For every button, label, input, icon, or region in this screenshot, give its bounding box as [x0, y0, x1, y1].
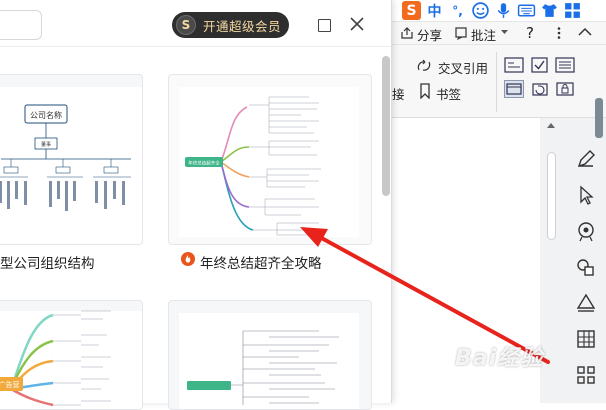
cross-reference-icon[interactable]	[416, 58, 432, 74]
template-thumbnail: 年终总结超齐全	[179, 87, 359, 237]
ribbon-group-divider	[496, 52, 497, 112]
scroll-up-icon[interactable]	[547, 122, 555, 128]
dialog-scrollbar[interactable]	[382, 56, 390, 196]
keyboard-icon[interactable]	[517, 1, 536, 20]
skin-shirt-icon[interactable]	[540, 1, 559, 20]
template-card-advertising[interactable]: 广告营	[0, 300, 143, 410]
sogou-logo-icon[interactable]: S	[402, 1, 421, 20]
help-button[interactable]: ?	[526, 24, 534, 42]
header-divider	[0, 46, 391, 47]
ribbon-toolbar: 分享 批注 ? 交叉引用 接 书签	[392, 22, 606, 138]
template-title[interactable]: 型公司组织结构	[0, 252, 95, 272]
cross-reference-button[interactable]: 交叉引用	[438, 58, 488, 77]
ribbon-truncated-label: 接	[392, 87, 405, 102]
baidu-jingyan-watermark: Bai经验	[455, 346, 544, 371]
template-card-year-end-summary[interactable]: 年终总结超齐全	[168, 74, 372, 245]
template-card-project-plan[interactable]	[168, 300, 372, 410]
share-button[interactable]: 分享	[417, 25, 442, 44]
ime-punct-toggle[interactable]: °,	[448, 1, 467, 20]
bookmark-icon[interactable]	[419, 83, 431, 99]
ribbon-divider	[392, 44, 606, 45]
template-card-org-chart[interactable]: 公司名称 董事	[0, 74, 143, 245]
vip-upgrade-label: 开通超级会员	[203, 18, 282, 34]
apps-grid-icon[interactable]	[575, 364, 597, 386]
thumb-root-label: 公司名称	[30, 110, 62, 120]
vip-upgrade-button[interactable]: S 开通超级会员	[172, 12, 289, 38]
search-input[interactable]	[0, 10, 42, 40]
collapse-ribbon-icon[interactable]	[578, 27, 592, 37]
ime-mode-toggle[interactable]: 中	[425, 1, 444, 20]
annotate-icon[interactable]	[454, 26, 468, 40]
thumb-root-label: 年终总结超齐全	[188, 160, 220, 167]
right-side-toolbar	[568, 118, 606, 403]
template-title[interactable]: 年终总结超齐全攻略	[200, 252, 322, 272]
template-thumbnail	[179, 313, 359, 409]
stamp-icon[interactable]	[575, 220, 597, 242]
emoji-icon[interactable]	[471, 1, 490, 20]
share-icon[interactable]	[400, 26, 414, 40]
refresh-field-icon[interactable]	[530, 80, 550, 98]
annotate-button[interactable]: 批注	[471, 25, 496, 44]
frame-field-icon[interactable]	[504, 80, 524, 98]
document-scroll-thumb[interactable]	[547, 152, 556, 240]
template-thumbnail: 广告营	[0, 310, 142, 409]
text-field-icon[interactable]	[504, 56, 524, 74]
checkbox-field-icon[interactable]	[530, 56, 550, 74]
thumb-sub-label: 董事	[41, 141, 51, 148]
close-icon[interactable]	[348, 15, 366, 33]
table-icon[interactable]	[575, 328, 597, 350]
wps-logo-icon: S	[176, 15, 196, 35]
shapes-icon[interactable]	[575, 256, 597, 278]
bookmark-button[interactable]: 书签	[436, 84, 461, 103]
ime-toolbar: S 中 °,	[392, 0, 606, 22]
more-options-icon[interactable]	[552, 26, 566, 40]
microphone-icon[interactable]	[494, 1, 513, 20]
thumb-root-label: 广告营	[0, 380, 20, 389]
select-pointer-icon[interactable]	[575, 184, 597, 206]
dropdown-arrow-icon[interactable]	[501, 30, 508, 35]
docer-brand-icon	[181, 252, 195, 266]
template-dialog: S 开通超级会员 公司名称 董事 型公司组织结构 年终总结超齐全 年终总结超齐全…	[0, 0, 392, 410]
toolbox-grid-icon[interactable]	[563, 1, 582, 20]
maximize-button[interactable]	[318, 19, 331, 32]
lock-field-icon[interactable]	[555, 80, 575, 98]
pen-icon[interactable]	[575, 148, 597, 170]
list-field-icon[interactable]	[555, 56, 575, 74]
template-thumbnail: 公司名称 董事	[0, 87, 142, 244]
layers-icon[interactable]	[575, 292, 597, 314]
